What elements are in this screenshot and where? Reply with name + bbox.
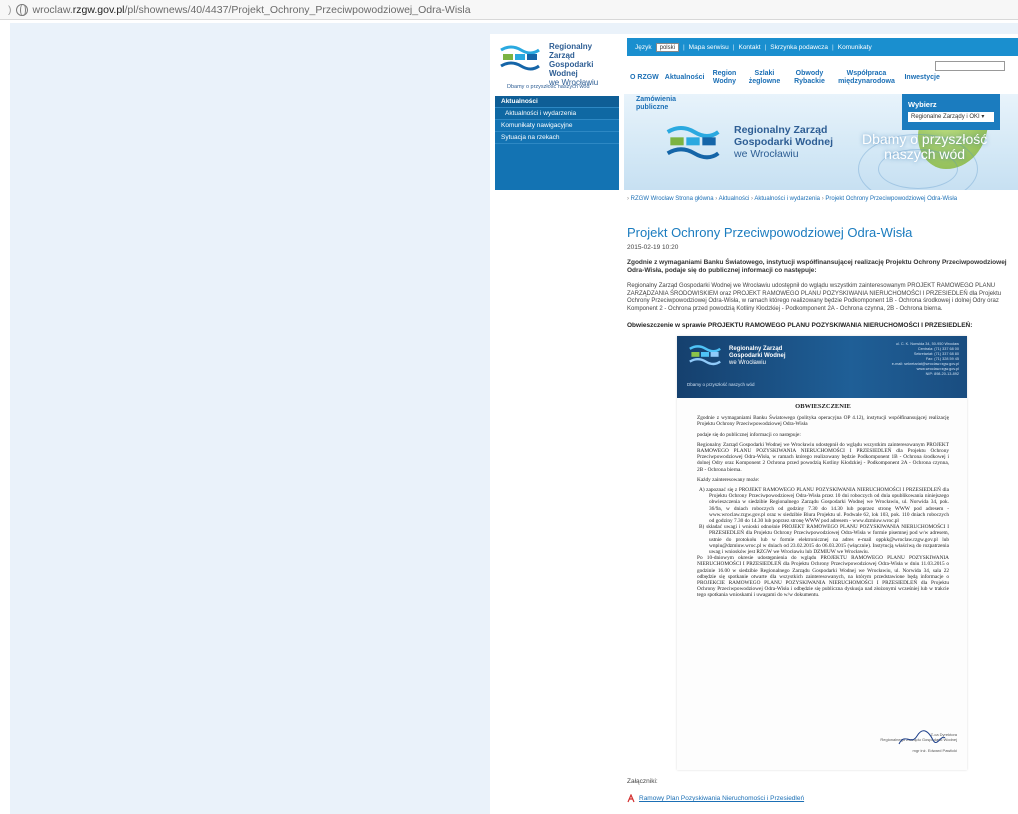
breadcrumb-arrow-icon: ›: [821, 196, 824, 202]
logo-text: Regionalny Zarząd Gospodarki Wodnej we W…: [549, 42, 620, 87]
bar-edge: ): [8, 3, 12, 16]
logo-line2: Gospodarki Wodnej: [549, 60, 594, 78]
rzgw-logo-icon: [666, 126, 720, 160]
doc-paragraph: podaje się do publicznej informacji co n…: [697, 431, 801, 438]
doc-org-line2: Gospodarki Wodnej: [729, 353, 786, 359]
separator: |: [732, 43, 735, 51]
sidebar-item-aktualnosci-wydarzenia[interactable]: Aktualności i wydarzenia: [495, 108, 619, 120]
main-navigation: O RZGW Aktualności Region Wodny Szlaki ż…: [630, 64, 1015, 92]
doc-paragraph: Zgodnie z wymaganiami Banku Światowego (…: [697, 415, 949, 428]
banner-slogan: Dbamy o przyszłość naszych wód: [862, 132, 987, 162]
address-bar[interactable]: ) wroclaw. rzgw.gov.pl/pl/shownews/40/443…: [0, 0, 1018, 20]
region-selector-title: Wybierz: [908, 100, 937, 109]
doc-paragraph: Po 10-dniowym okresie udostępnienia do w…: [697, 555, 949, 599]
article-body: Regionalny Zarząd Gospodarki Wodnej we W…: [627, 283, 1002, 312]
breadcrumb-aktualnosci[interactable]: Aktualności: [719, 196, 750, 202]
breadcrumb-arrow-icon: ›: [715, 196, 718, 202]
sidebar: Aktualności Aktualności i wydarzenia Kom…: [495, 96, 619, 190]
nav-inwestycje[interactable]: Inwestycje: [904, 74, 939, 82]
top-link-announcements[interactable]: Komunikaty: [838, 44, 872, 51]
document-org-name: Regionalny Zarząd Gospodarki Wodnej we W…: [729, 346, 786, 367]
doc-list-item: A) zapoznać się z PROJEKT RAMOWEGO PLANU…: [699, 487, 949, 525]
browser-window: ) wroclaw. rzgw.gov.pl/pl/shownews/40/443…: [0, 0, 1018, 814]
language-select[interactable]: polski: [655, 42, 679, 52]
region-dropdown[interactable]: Regionalne Zarządy i OKI ▾: [908, 112, 994, 122]
region-dropdown-value: Regionalne Zarządy i OKI: [911, 114, 980, 120]
doc-org-line3: we Wrocławiu: [729, 360, 766, 366]
nav-aktualnosci[interactable]: Aktualności: [665, 74, 705, 82]
article-lead: Zgodnie z wymaganiami Banku Światowego, …: [627, 259, 1007, 274]
sign-line3: mgr inż. Edward Pawlicki: [912, 748, 957, 753]
top-link-sitemap[interactable]: Mapa serwisu: [689, 44, 729, 51]
zamowienia-link[interactable]: Zamówienia publiczne: [636, 96, 676, 112]
page-title: Projekt Ochrony Przeciwpowodziowej Odra-…: [627, 225, 913, 240]
slogan-line1: Dbamy o przyszłość: [862, 131, 988, 147]
banner-title-line3: we Wrocławiu: [734, 148, 799, 160]
url-domain: rzgw.gov.pl: [72, 3, 125, 16]
rzgw-logo-icon: [689, 345, 721, 366]
breadcrumb-arrow-icon: ›: [627, 196, 629, 202]
attachments-label: Załączniki:: [627, 778, 658, 785]
banner-title-line1: Regionalny Zarząd: [734, 124, 828, 136]
doc-paragraph: Każdy zainteresowany może:: [697, 476, 760, 483]
doc-org-line1: Regionalny Zarząd: [729, 346, 783, 352]
language-label: Język: [635, 43, 652, 51]
nav-o-rzgw[interactable]: O RZGW: [630, 74, 659, 82]
breadcrumb-wydarzenia[interactable]: Aktualności i wydarzenia: [754, 196, 820, 202]
document-contact: ul. C. K. Norwida 34, 50-950 Wrocław Cen…: [892, 342, 959, 377]
logo-tagline: Dbamy o przyszłość naszych wód: [507, 84, 590, 90]
document-tagline: Dbamy o przyszłość naszych wód: [687, 382, 755, 387]
announcement-document-image: Regionalny Zarząd Gospodarki Wodnej we W…: [677, 336, 967, 770]
top-link-inbox[interactable]: Skrzynka podawcza: [770, 44, 828, 51]
document-letterhead: Regionalny Zarząd Gospodarki Wodnej we W…: [677, 336, 967, 398]
breadcrumb-current: Projekt Ochrony Przeciwpowodziowej Odra-…: [825, 196, 958, 202]
breadcrumb-arrow-icon: ›: [750, 196, 753, 202]
separator: |: [832, 43, 834, 51]
top-utility-bar: Język polski | Mapa serwisu | Kontakt | …: [627, 38, 1018, 56]
banner-title-line2: Gospodarki Wodnej: [734, 136, 833, 148]
signature-mark: [898, 730, 946, 745]
nav-region-wodny[interactable]: Region Wodny: [710, 70, 738, 86]
sidebar-item-aktualnosci[interactable]: Aktualności: [495, 96, 619, 108]
separator: |: [682, 43, 685, 51]
document-title: OBWIESZCZENIE: [795, 403, 851, 410]
site-logo[interactable]: Regionalny Zarząd Gospodarki Wodnej we W…: [495, 40, 620, 92]
rzgw-logo-icon: [500, 45, 540, 71]
document-signature: Z-ca Dyrektora Regionalnego Zarządu Gosp…: [877, 730, 957, 766]
url-prefix: wroclaw.: [32, 3, 73, 16]
separator: |: [764, 43, 767, 51]
article-date: 2015-02-19 10:20: [627, 244, 679, 251]
sidebar-item-sytuacja[interactable]: Sytuacja na rzekach: [495, 132, 619, 144]
globe-icon: [15, 3, 28, 16]
breadcrumb-home[interactable]: RZGW Wrocław Strona główna: [631, 196, 714, 202]
breadcrumb: › RZGW Wrocław Strona główna › Aktualnoś…: [627, 196, 957, 202]
logo-line1: Regionalny Zarząd: [549, 42, 593, 60]
slogan-line2: naszych wód: [884, 146, 966, 162]
pdf-icon: [627, 794, 635, 803]
chevron-down-icon: ▾: [981, 114, 985, 120]
hero-banner: Zamówienia publiczne Regionalny Zarząd G…: [624, 94, 1018, 190]
sidebar-item-komunikaty[interactable]: Komunikaty nawigacyjne: [495, 120, 619, 132]
attachment-link[interactable]: Ramowy Plan Pozyskiwania Nieruchomości i…: [627, 794, 804, 803]
zamowienia-line2: publiczne: [636, 104, 669, 111]
banner-title: Regionalny Zarząd Gospodarki Wodnej we W…: [734, 124, 833, 160]
document-body: OBWIESZCZENIE Zgodnie z wymaganiami Bank…: [697, 403, 949, 603]
nav-obwody-rybackie[interactable]: Obwody Rybackie: [790, 70, 828, 86]
doc-list-item: B) składać uwagi i wnioski odnośnie PROJ…: [699, 524, 949, 556]
nav-wspolpraca[interactable]: Współpraca międzynarodowa: [834, 70, 898, 86]
url-path: /pl/shownews/40/4437/Projekt_Ochrony_Prz…: [124, 3, 471, 16]
attachment-link-label: Ramowy Plan Pozyskiwania Nieruchomości i…: [639, 795, 805, 802]
top-link-contact[interactable]: Kontakt: [738, 44, 760, 51]
zamowienia-line1: Zamówienia: [636, 96, 677, 103]
article-subheading: Obwieszczenie w sprawie PROJEKTU RAMOWEG…: [627, 322, 973, 329]
nav-szlaki-zeglowne[interactable]: Szlaki żeglowne: [744, 70, 784, 86]
doc-contact-line: NIP: 898-20-13-892: [925, 372, 959, 376]
doc-paragraph: Regionalny Zarząd Gospodarki Wodnej we W…: [697, 441, 949, 473]
region-selector: Wybierz Regionalne Zarządy i OKI ▾: [902, 94, 1000, 130]
